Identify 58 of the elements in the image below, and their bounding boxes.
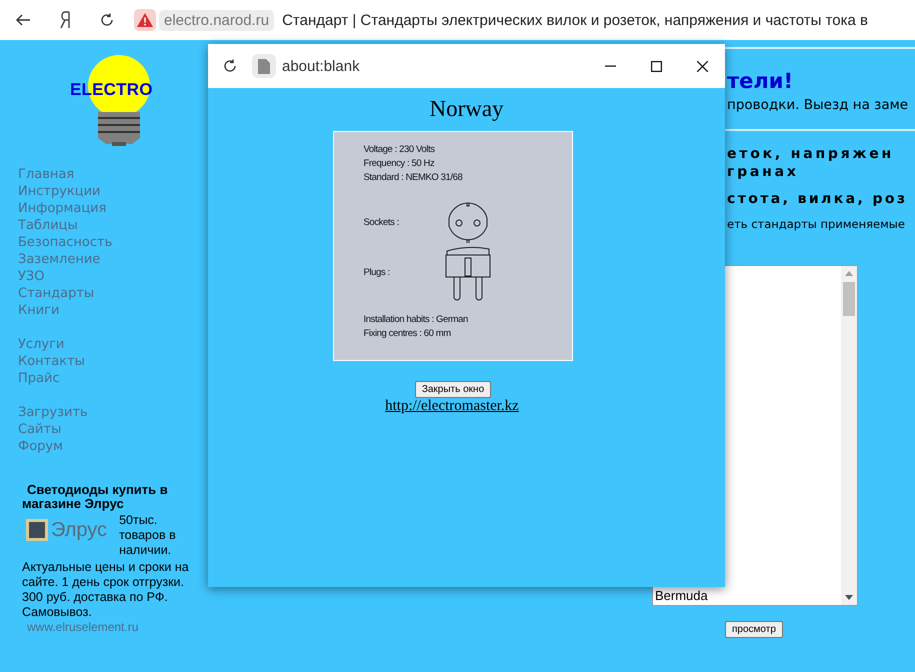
country-title: Norway <box>429 96 504 122</box>
shop-logo-text: Элрус <box>51 518 108 542</box>
minimize-icon <box>604 65 616 67</box>
stock-text: 50тыс. товаров в наличии. <box>119 513 177 558</box>
document-icon <box>258 58 270 74</box>
spec-line: Standard : NEMKO 31/68 <box>364 171 464 185</box>
nav-link[interactable]: Стандарты <box>18 285 205 302</box>
back-arrow-icon <box>15 12 31 28</box>
ad-title: Светодиоды купить в магазине Элрус <box>22 483 169 511</box>
maximize-icon <box>650 60 662 72</box>
nav-link[interactable]: Безопасность <box>18 234 205 251</box>
nav-link[interactable]: Инструкции <box>18 183 205 200</box>
nav-link[interactable]: Контакты <box>18 353 205 370</box>
notice-text: проводки. Выезд на заме <box>727 97 910 113</box>
reload-icon <box>100 13 114 27</box>
warning-icon <box>137 13 153 27</box>
scrollbar[interactable] <box>841 266 857 605</box>
page-heading: еток, напряжен <box>727 145 896 163</box>
nav-link[interactable]: Таблицы <box>18 217 205 234</box>
page-heading: гранах <box>727 163 800 181</box>
scroll-down-icon <box>845 595 853 600</box>
popup-address: about:blank <box>282 58 361 74</box>
list-option[interactable]: Bermuda <box>655 587 839 604</box>
nav-link[interactable]: Услуги <box>18 336 205 353</box>
spec-line: Installation habits : German <box>364 313 469 327</box>
intro-text: еть стандарты применяемые <box>727 217 906 231</box>
nav-link[interactable]: Главная <box>18 166 205 183</box>
page-title: Стандарт | Стандарты электрических вилок и розеток, напряжения и частоты тока в <box>282 12 868 28</box>
ad-text: Актуальные цены и сроки на сайте. 1 день срок отгрузки. 300 руб. доставка по РФ. Самовывоз. <box>22 560 190 620</box>
nav-link[interactable]: Прайс <box>18 370 205 387</box>
spec-label: Plugs : <box>364 266 391 280</box>
spec-label: Sockets : <box>364 216 400 230</box>
spec-line: Fixing centres : 60 mm <box>364 327 452 341</box>
greeting-heading: тели! <box>727 69 794 93</box>
nav-link[interactable]: Книги <box>18 302 205 319</box>
view-button[interactable]: просмотр <box>725 621 783 638</box>
spec-line: Frequency : 50 Hz <box>364 157 436 171</box>
scroll-thumb[interactable] <box>843 282 855 316</box>
yandex-icon <box>59 11 71 29</box>
nav-link[interactable]: Сайты <box>18 421 205 438</box>
close-window-button[interactable]: Закрыть окно <box>414 381 492 398</box>
reload-icon[interactable] <box>223 59 237 73</box>
close-icon <box>696 60 708 72</box>
page-subheading: стота, вилка, роз <box>727 191 908 207</box>
site-link[interactable]: http://electromaster.kz <box>385 398 519 415</box>
chip-icon <box>26 519 48 541</box>
nav-link[interactable]: Информация <box>18 200 205 217</box>
nav-link[interactable]: УЗО <box>18 268 205 285</box>
nav-link[interactable]: Форум <box>18 438 205 455</box>
plug-icon <box>444 245 492 301</box>
shop-url[interactable]: www.elruselement.ru <box>27 620 204 634</box>
nav-link[interactable]: Заземление <box>18 251 205 268</box>
site-address[interactable]: electro.narod.ru <box>159 10 274 30</box>
nav-link[interactable]: Загрузить <box>18 404 205 421</box>
scroll-up-icon <box>845 271 853 276</box>
shop-logo[interactable]: Элрус <box>26 517 108 543</box>
spec-line: Voltage : 230 Volts <box>364 143 436 157</box>
warning-badge[interactable] <box>134 9 156 31</box>
